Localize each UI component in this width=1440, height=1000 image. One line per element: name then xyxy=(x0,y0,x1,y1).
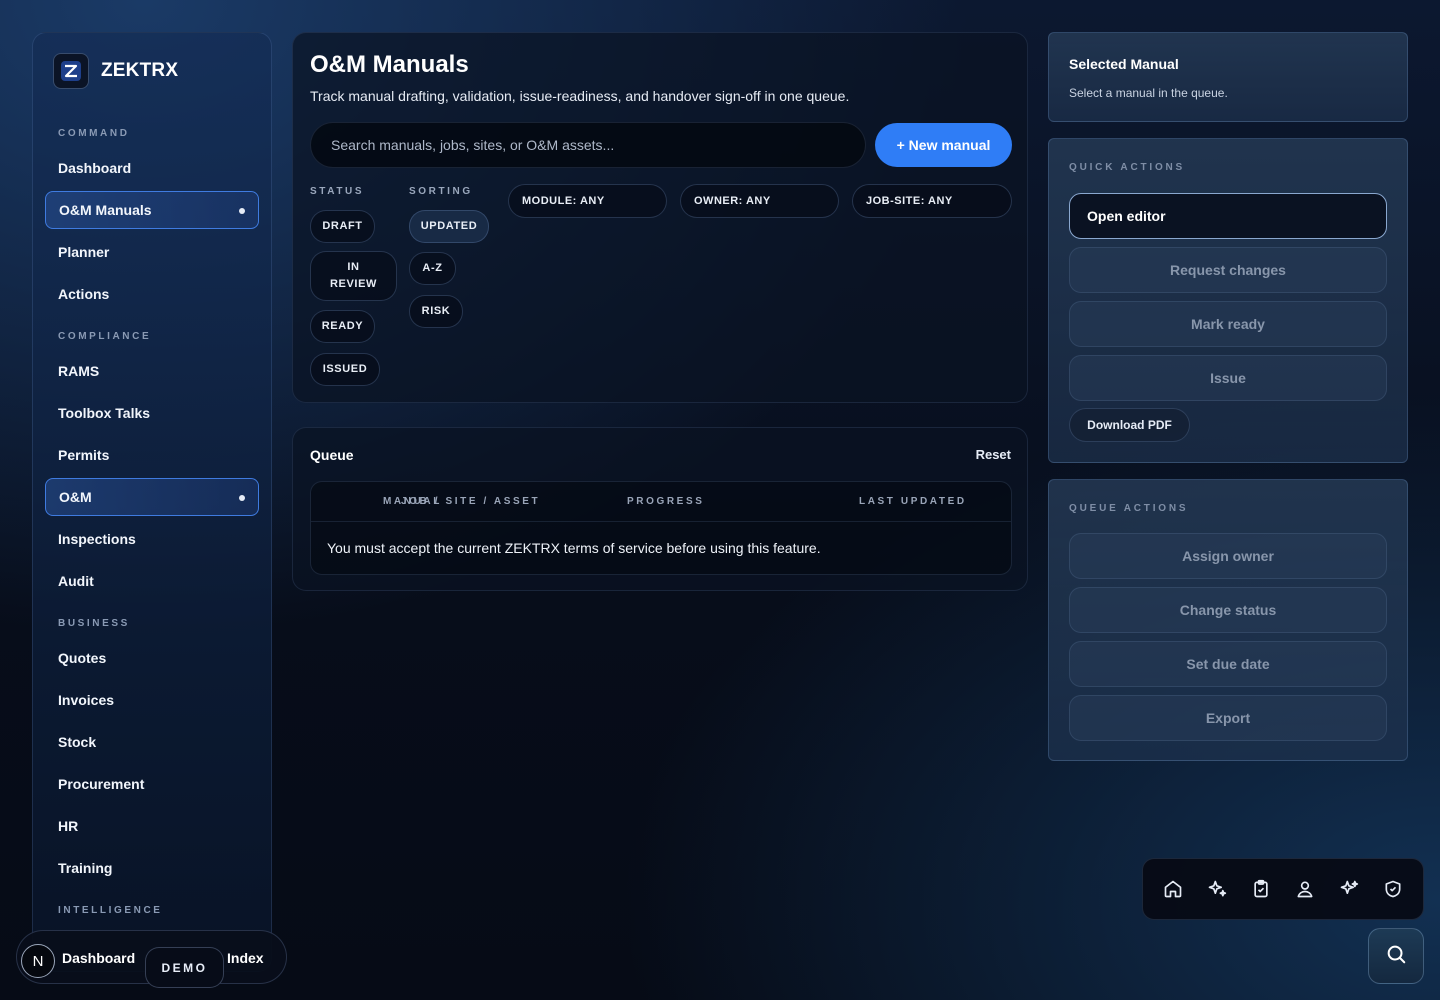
sidebar-item-label: Inspections xyxy=(58,531,136,547)
demo-badge[interactable]: DEMO xyxy=(145,947,224,988)
sidebar-item-hr[interactable]: HR xyxy=(45,807,259,845)
active-dot-icon xyxy=(239,208,245,214)
status-group-label: STATUS xyxy=(310,186,365,197)
status-chip-draft[interactable]: DRAFT xyxy=(310,210,375,243)
sidebar-item-label: Stock xyxy=(58,734,97,750)
search-fab[interactable] xyxy=(1368,928,1424,984)
sidebar-item-label: O&M Manuals xyxy=(59,202,152,218)
search-icon xyxy=(1385,943,1407,970)
page-subtitle: Track manual drafting, validation, issue… xyxy=(310,88,850,104)
sidebar-item-label: O&M xyxy=(59,489,92,505)
quick-actions-panel: QUICK ACTIONS Open editor Request change… xyxy=(1048,138,1408,463)
zektrx-logo-icon xyxy=(53,53,89,89)
section-label-business: BUSINESS xyxy=(58,618,130,629)
section-label-intelligence: INTELLIGENCE xyxy=(58,905,163,916)
download-pdf-button[interactable]: Download PDF xyxy=(1069,408,1190,442)
request-changes-button[interactable]: Request changes xyxy=(1069,247,1387,293)
mark-ready-button[interactable]: Mark ready xyxy=(1069,301,1387,347)
sidebar-item-label: Permits xyxy=(58,447,110,463)
section-label-compliance: COMPLIANCE xyxy=(58,331,152,342)
sidebar-item-actions[interactable]: Actions xyxy=(45,275,259,313)
bottom-dashboard-link[interactable]: Dashboard xyxy=(62,950,135,966)
sort-chip-risk[interactable]: RISK xyxy=(409,295,463,328)
sidebar-item-label: Dashboard xyxy=(58,160,132,176)
sidebar-item-label: Audit xyxy=(58,573,94,589)
sidebar-item-procurement[interactable]: Procurement xyxy=(45,765,259,803)
sort-chip-a-z[interactable]: A-Z xyxy=(409,252,456,285)
terms-message: You must accept the current ZEKTRX terms… xyxy=(327,540,821,556)
export-button[interactable]: Export xyxy=(1069,695,1387,741)
bottom-bar: N Dashboard Index DEMO xyxy=(16,930,287,988)
clipboard-check-icon[interactable] xyxy=(1251,879,1271,899)
change-status-button[interactable]: Change status xyxy=(1069,587,1387,633)
sidebar-item-label: Training xyxy=(58,860,113,876)
sidebar-item-toolbox-talks[interactable]: Toolbox Talks xyxy=(45,394,259,432)
queue-title: Queue xyxy=(310,447,354,463)
sidebar-item-label: Quotes xyxy=(58,650,107,666)
queue-actions-label: QUEUE ACTIONS xyxy=(1069,503,1189,514)
sidebar-item-planner[interactable]: Planner xyxy=(45,233,259,271)
table-divider xyxy=(311,521,1011,522)
home-icon[interactable] xyxy=(1163,879,1183,899)
active-dot-icon xyxy=(239,495,245,501)
sidebar-item-stock[interactable]: Stock xyxy=(45,723,259,761)
section-label-command: COMMAND xyxy=(58,128,130,139)
page-title: O&M Manuals xyxy=(310,51,469,78)
sidebar-item-label: Planner xyxy=(58,244,110,260)
status-chip-ready[interactable]: READY xyxy=(310,310,375,343)
quick-dock xyxy=(1142,858,1424,920)
sidebar-item-audit[interactable]: Audit xyxy=(45,562,259,600)
set-due-date-button[interactable]: Set due date xyxy=(1069,641,1387,687)
brand-name: ZEKTRX xyxy=(101,60,179,81)
open-editor-button[interactable]: Open editor xyxy=(1069,193,1387,239)
sidebar-item-label: Procurement xyxy=(58,776,145,792)
owner-filter[interactable]: OWNER: ANY xyxy=(680,184,839,218)
sidebar-item-inspections[interactable]: Inspections xyxy=(45,520,259,558)
quick-actions-label: QUICK ACTIONS xyxy=(1069,162,1186,173)
queue-panel: Queue Reset MANUAL JOB / SITE / ASSET PR… xyxy=(292,427,1028,591)
sidebar: ZEKTRX COMMAND Dashboard O&M Manuals Pla… xyxy=(32,32,272,972)
assign-owner-button[interactable]: Assign owner xyxy=(1069,533,1387,579)
brand[interactable]: ZEKTRX xyxy=(53,53,178,89)
sidebar-item-label: HR xyxy=(58,818,79,834)
header-panel: O&M Manuals Track manual drafting, valid… xyxy=(292,32,1028,403)
n-badge[interactable]: N xyxy=(21,944,55,978)
sidebar-item-label: Toolbox Talks xyxy=(58,405,151,421)
status-chip-in-review[interactable]: IN REVIEW xyxy=(310,251,397,301)
sorting-group-label: SORTING xyxy=(409,186,473,197)
selected-manual-subtitle: Select a manual in the queue. xyxy=(1069,86,1228,100)
search-input[interactable] xyxy=(310,122,866,168)
issue-button[interactable]: Issue xyxy=(1069,355,1387,401)
sparkles-icon[interactable] xyxy=(1339,879,1359,899)
queue-actions-panel: QUEUE ACTIONS Assign owner Change status… xyxy=(1048,479,1408,761)
sparkles-icon[interactable] xyxy=(1207,879,1227,899)
sort-chip-updated[interactable]: UPDATED xyxy=(409,210,489,243)
queue-table: MANUAL JOB / SITE / ASSET PROGRESS LAST … xyxy=(310,481,1012,575)
shield-check-icon[interactable] xyxy=(1383,879,1403,899)
selected-manual-title: Selected Manual xyxy=(1069,56,1179,72)
new-manual-button[interactable]: + New manual xyxy=(875,123,1012,167)
module-filter[interactable]: MODULE: ANY xyxy=(508,184,667,218)
sidebar-item-label: Invoices xyxy=(58,692,115,708)
bottom-index-link[interactable]: Index xyxy=(227,950,264,966)
sidebar-item-rams[interactable]: RAMS xyxy=(45,352,259,390)
selected-manual-panel: Selected Manual Select a manual in the q… xyxy=(1048,32,1408,122)
sidebar-item-training[interactable]: Training xyxy=(45,849,259,887)
user-icon[interactable] xyxy=(1295,879,1315,899)
status-chip-issued[interactable]: ISSUED xyxy=(310,353,380,386)
reset-button[interactable]: Reset xyxy=(976,447,1011,462)
column-header-progress[interactable]: PROGRESS xyxy=(627,496,704,507)
sidebar-item-dashboard[interactable]: Dashboard xyxy=(45,149,259,187)
sidebar-item-invoices[interactable]: Invoices xyxy=(45,681,259,719)
job-site-filter[interactable]: JOB-SITE: ANY xyxy=(852,184,1012,218)
sidebar-item-om-manuals[interactable]: O&M Manuals xyxy=(45,191,259,229)
sidebar-item-om[interactable]: O&M xyxy=(45,478,259,516)
sidebar-item-quotes[interactable]: Quotes xyxy=(45,639,259,677)
sidebar-item-label: Actions xyxy=(58,286,110,302)
sidebar-item-permits[interactable]: Permits xyxy=(45,436,259,474)
column-header-last-updated[interactable]: LAST UPDATED xyxy=(859,496,967,507)
column-header-job-site-asset[interactable]: JOB / SITE / ASSET xyxy=(401,496,540,507)
sidebar-item-label: RAMS xyxy=(58,363,100,379)
